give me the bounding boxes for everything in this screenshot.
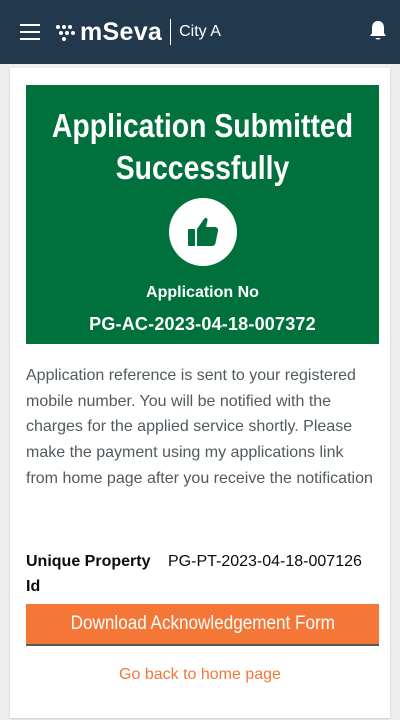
download-button-label: Download Acknowledgement Form [70,613,335,634]
top-app-bar: mSeva City A [0,0,400,64]
mseva-logo-mark-icon [56,22,76,42]
acknowledgement-card: Application Submitted Successfully Appli… [10,68,390,718]
success-banner: Application Submitted Successfully Appli… [26,85,379,344]
city-name: City A [179,23,221,40]
unique-property-id-value: PG-PT-2023-04-18-007126 [168,553,362,570]
hamburger-menu-icon[interactable] [20,24,40,40]
brand-logo: mSeva City A [56,17,221,47]
bell-icon[interactable] [368,20,388,42]
confirmation-message: Application reference is sent to your re… [26,367,373,487]
go-back-home-link[interactable]: Go back to home page [10,666,390,684]
unique-property-id-label: Unique Property Id [26,553,151,595]
logo-divider [170,19,172,45]
application-number-label: Application No [146,284,259,301]
download-acknowledgement-button[interactable]: Download Acknowledgement Form [26,604,379,646]
application-number-value: PG-AC-2023-04-18-007372 [89,314,316,334]
banner-title: Application Submitted Successfully [51,107,354,186]
thumbs-up-icon [169,198,237,266]
brand-name: mSeva [80,17,163,46]
